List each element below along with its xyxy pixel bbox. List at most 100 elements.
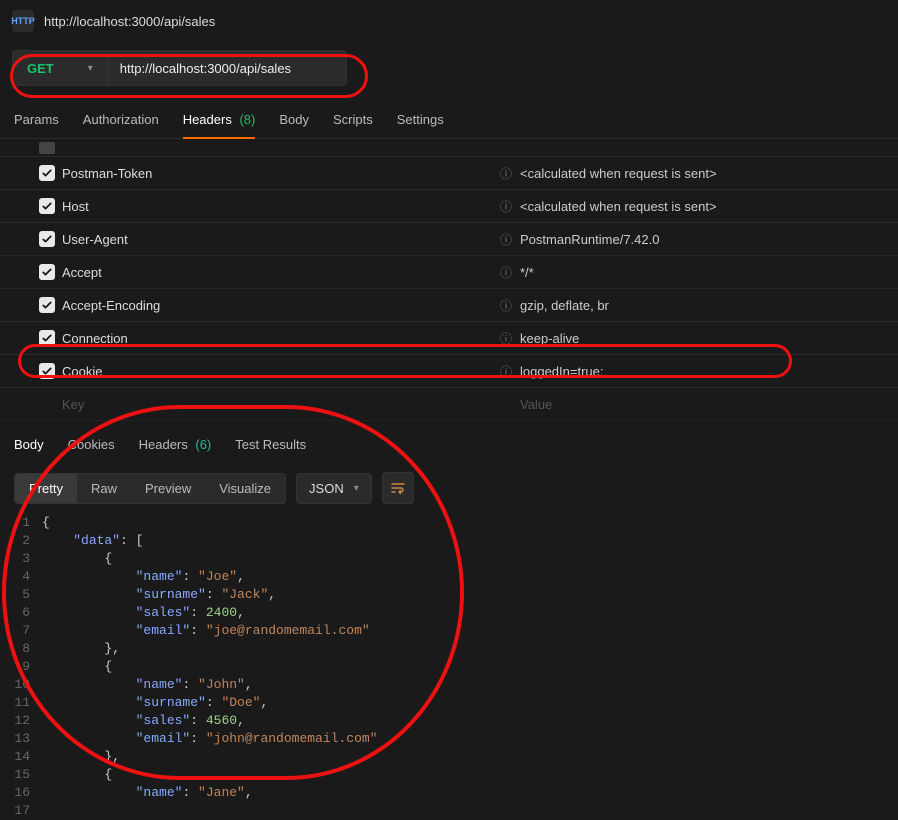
code-line: 6 "sales": 2400, [0, 604, 898, 622]
header-value[interactable]: gzip, deflate, br [520, 298, 890, 313]
code-line: 4 "name": "Joe", [0, 568, 898, 586]
info-icon[interactable]: ⓘ [492, 264, 520, 281]
code-content: "data": [ [42, 532, 143, 550]
tab-titlebar: HTTP http://localhost:3000/api/sales [0, 0, 898, 42]
line-number: 1 [0, 514, 42, 532]
http-method-label: GET [27, 61, 54, 76]
line-number: 7 [0, 622, 42, 640]
view-mode-segmented: Pretty Raw Preview Visualize [14, 473, 286, 504]
header-row-empty[interactable]: Key Value [0, 388, 898, 421]
code-content: { [42, 766, 112, 784]
wrap-lines-button[interactable] [382, 472, 414, 504]
code-content: "email": "john@randomemail.com" [42, 730, 377, 748]
code-content: { [42, 658, 112, 676]
checkbox-checked-icon[interactable] [39, 198, 55, 214]
header-value[interactable]: PostmanRuntime/7.42.0 [520, 232, 890, 247]
header-key-placeholder[interactable]: Key [62, 397, 492, 412]
code-line: 16 "name": "Jane", [0, 784, 898, 802]
view-preview-button[interactable]: Preview [131, 474, 205, 503]
chevron-down-icon: ▾ [88, 63, 93, 74]
info-icon[interactable]: ⓘ [492, 165, 520, 182]
checkbox-checked-icon[interactable] [39, 231, 55, 247]
tab-headers-label: Headers [183, 112, 232, 127]
code-content: "name": "Jane", [42, 784, 253, 802]
header-value[interactable]: <calculated when request is sent> [520, 199, 890, 214]
restab-test-results[interactable]: Test Results [235, 429, 306, 462]
line-number: 2 [0, 532, 42, 550]
line-number: 17 [0, 802, 42, 820]
chevron-down-icon: ▾ [354, 483, 359, 494]
header-value-placeholder[interactable]: Value [520, 397, 890, 412]
header-row[interactable]: User-AgentⓘPostmanRuntime/7.42.0 [0, 223, 898, 256]
code-content: "surname": "Doe", [42, 694, 268, 712]
tab-params[interactable]: Params [14, 104, 59, 138]
wrap-icon [390, 480, 406, 496]
line-number: 8 [0, 640, 42, 658]
tab-authorization[interactable]: Authorization [83, 104, 159, 138]
header-row-partial [0, 139, 898, 157]
header-row[interactable]: Accept-Encodingⓘgzip, deflate, br [0, 289, 898, 322]
language-select[interactable]: JSON ▾ [296, 473, 372, 504]
info-icon[interactable]: ⓘ [492, 198, 520, 215]
request-row: GET ▾ [12, 50, 886, 86]
code-line: 8 }, [0, 640, 898, 658]
info-icon[interactable]: ⓘ [492, 363, 520, 380]
header-value[interactable]: <calculated when request is sent> [520, 166, 890, 181]
header-row[interactable]: Postman-Tokenⓘ<calculated when request i… [0, 157, 898, 190]
restab-body[interactable]: Body [14, 429, 44, 462]
line-number: 3 [0, 550, 42, 568]
response-toolbar: Pretty Raw Preview Visualize JSON ▾ [0, 462, 898, 512]
view-raw-button[interactable]: Raw [77, 474, 131, 503]
http-method-select[interactable]: GET ▾ [12, 50, 107, 86]
header-value[interactable]: */* [520, 265, 890, 280]
header-key[interactable]: Accept [62, 265, 492, 280]
checkbox-checked-icon[interactable] [39, 330, 55, 346]
line-number: 4 [0, 568, 42, 586]
line-number: 14 [0, 748, 42, 766]
tab-title: http://localhost:3000/api/sales [44, 14, 215, 29]
request-url-input[interactable] [107, 50, 347, 86]
checkbox-checked-icon[interactable] [39, 363, 55, 379]
info-icon[interactable]: ⓘ [492, 231, 520, 248]
restab-headers-label: Headers [139, 437, 188, 452]
header-key[interactable]: Connection [62, 331, 492, 346]
code-line: 17 [0, 802, 898, 820]
line-number: 12 [0, 712, 42, 730]
response-code[interactable]: 1{2 "data": [3 {4 "name": "Joe",5 "surna… [0, 512, 898, 820]
header-key[interactable]: Postman-Token [62, 166, 492, 181]
tab-body[interactable]: Body [279, 104, 309, 138]
checkbox-checked-icon[interactable] [39, 297, 55, 313]
header-key[interactable]: Accept-Encoding [62, 298, 492, 313]
request-tabs: Params Authorization Headers (8) Body Sc… [0, 104, 898, 139]
code-line: 1{ [0, 514, 898, 532]
header-row[interactable]: CookieⓘloggedIn=true; [0, 355, 898, 388]
tab-settings[interactable]: Settings [397, 104, 444, 138]
header-value[interactable]: loggedIn=true; [520, 364, 890, 379]
code-content: "sales": 4560, [42, 712, 245, 730]
restab-headers[interactable]: Headers (6) [139, 429, 212, 462]
header-key[interactable]: Cookie [62, 364, 492, 379]
restab-cookies[interactable]: Cookies [68, 429, 115, 462]
tab-headers-count: (8) [239, 112, 255, 127]
header-row[interactable]: Hostⓘ<calculated when request is sent> [0, 190, 898, 223]
info-icon[interactable]: ⓘ [492, 297, 520, 314]
view-pretty-button[interactable]: Pretty [15, 474, 77, 503]
header-row[interactable]: Acceptⓘ*/* [0, 256, 898, 289]
header-key[interactable]: User-Agent [62, 232, 492, 247]
tab-headers[interactable]: Headers (8) [183, 104, 256, 139]
checkbox-checked-icon[interactable] [39, 264, 55, 280]
tab-scripts[interactable]: Scripts [333, 104, 373, 138]
code-line: 5 "surname": "Jack", [0, 586, 898, 604]
code-content: "name": "Joe", [42, 568, 245, 586]
header-value[interactable]: keep-alive [520, 331, 890, 346]
header-row[interactable]: Connectionⓘkeep-alive [0, 322, 898, 355]
view-visualize-button[interactable]: Visualize [205, 474, 285, 503]
code-content: "name": "John", [42, 676, 253, 694]
info-icon[interactable]: ⓘ [492, 330, 520, 347]
code-line: 11 "surname": "Doe", [0, 694, 898, 712]
header-key[interactable]: Host [62, 199, 492, 214]
checkbox-icon[interactable] [39, 142, 55, 154]
checkbox-checked-icon[interactable] [39, 165, 55, 181]
code-content: { [42, 550, 112, 568]
code-content: "email": "joe@randomemail.com" [42, 622, 370, 640]
